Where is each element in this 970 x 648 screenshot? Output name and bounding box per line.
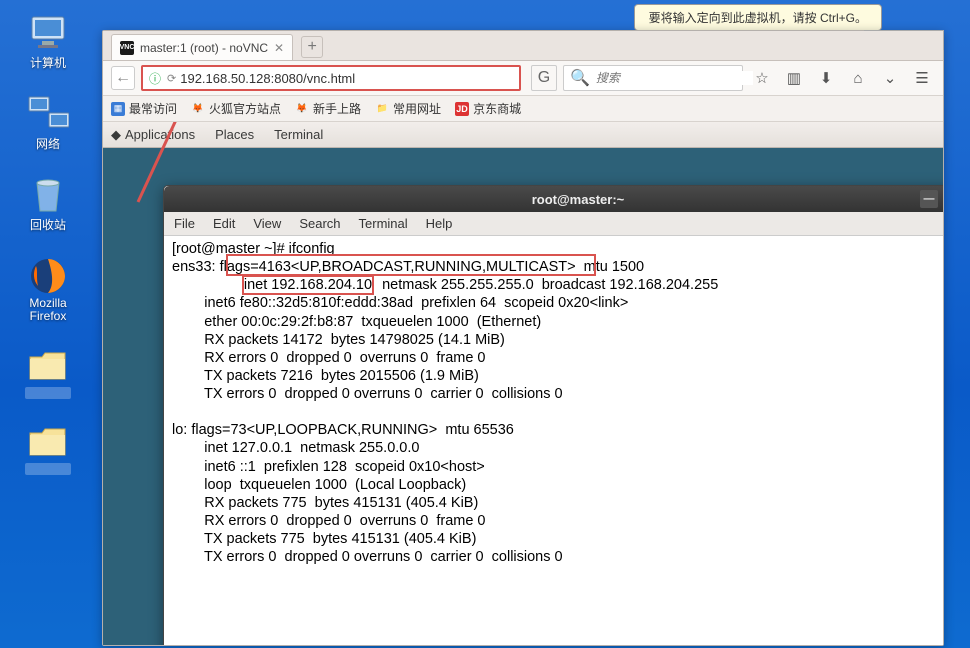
icon-label: 网络 bbox=[36, 135, 60, 152]
tab-title: master:1 (root) - noVNC bbox=[140, 41, 268, 55]
novnc-favicon-icon: VNC bbox=[120, 41, 134, 55]
gnome-logo-icon: ◆ bbox=[111, 127, 121, 143]
terminal-menubar: File Edit View Search Terminal Help bbox=[164, 212, 943, 236]
desktop-icon-network[interactable]: 网络 bbox=[10, 93, 86, 152]
menu-edit[interactable]: Edit bbox=[213, 216, 235, 231]
line: TX errors 0 dropped 0 overruns 0 carrier… bbox=[172, 386, 563, 402]
firefox-icon bbox=[27, 255, 69, 297]
vm-tooltip: 要将输入定向到此虚拟机，请按 Ctrl+G。 bbox=[634, 4, 882, 31]
search-icon: 🔍 bbox=[570, 68, 590, 88]
search-box[interactable]: 🔍 bbox=[563, 65, 743, 91]
icon-label: 回收站 bbox=[30, 216, 66, 233]
menu-search[interactable]: Search bbox=[299, 216, 340, 231]
menu-file[interactable]: File bbox=[174, 216, 195, 231]
bookmark-jd[interactable]: JD 京东商城 bbox=[455, 100, 521, 117]
line: lo: flags=73<UP,LOOPBACK,RUNNING> mtu 65… bbox=[172, 422, 514, 438]
line: RX packets 775 bytes 415131 (405.4 KiB) bbox=[172, 495, 478, 511]
reload-button[interactable]: G bbox=[531, 65, 557, 91]
bookmark-label: 火狐官方站点 bbox=[209, 100, 281, 117]
tab-strip: VNC master:1 (root) - noVNC ✕ + bbox=[103, 31, 943, 61]
bookmark-star-icon[interactable]: ☆ bbox=[749, 65, 775, 91]
desktop-icons: 计算机 网络 回收站 Mozilla Firefox bbox=[10, 12, 86, 475]
menu-icon[interactable]: ☰ bbox=[909, 65, 935, 91]
network-icon bbox=[27, 93, 69, 135]
jd-icon: JD bbox=[455, 102, 469, 116]
icon-label: 计算机 bbox=[30, 54, 66, 71]
terminal-menu[interactable]: Terminal bbox=[274, 127, 323, 142]
folder-icon bbox=[27, 345, 69, 387]
folder-small-icon: 📁 bbox=[375, 102, 389, 116]
sidebar-toggle-icon[interactable]: ▥ bbox=[781, 65, 807, 91]
terminal-window-controls: — □ ✕ bbox=[920, 190, 943, 208]
icon-label bbox=[25, 387, 71, 399]
line: RX packets 14172 bytes 14798025 (14.1 Mi… bbox=[172, 332, 505, 348]
desktop-icon-computer[interactable]: 计算机 bbox=[10, 12, 86, 71]
applications-menu[interactable]: ◆ Applications bbox=[111, 127, 195, 143]
search-input[interactable] bbox=[596, 71, 753, 85]
line: inet 127.0.0.1 netmask 255.0.0.0 bbox=[172, 440, 419, 456]
desktop-icon-folder1[interactable] bbox=[10, 345, 86, 399]
grid-icon: ▦ bbox=[111, 102, 125, 116]
url-input[interactable] bbox=[180, 71, 513, 86]
gnome-top-bar: ◆ Applications Places Terminal bbox=[103, 122, 943, 148]
new-tab-button[interactable]: + bbox=[301, 36, 323, 58]
bookmark-bar: ▦ 最常访问 🦊 火狐官方站点 🦊 新手上路 📁 常用网址 JD 京东商城 bbox=[103, 96, 943, 122]
bookmark-label: 常用网址 bbox=[393, 100, 441, 117]
line: TX packets 7216 bytes 2015506 (1.9 MiB) bbox=[172, 368, 479, 384]
recycle-bin-icon bbox=[27, 174, 69, 216]
firefox-small-icon: 🦊 bbox=[191, 102, 205, 116]
menu-help[interactable]: Help bbox=[426, 216, 453, 231]
terminal-titlebar[interactable]: root@master:~ — □ ✕ bbox=[164, 186, 943, 212]
info-icon[interactable]: ⓘ bbox=[149, 70, 161, 87]
icon-label bbox=[25, 463, 71, 475]
bookmark-getting-started[interactable]: 🦊 新手上路 bbox=[295, 100, 361, 117]
back-button[interactable]: ← bbox=[111, 66, 135, 90]
folder-icon bbox=[27, 421, 69, 463]
terminal-minimize-button[interactable]: — bbox=[920, 190, 938, 208]
url-bar: ← ⓘ ⟳ G 🔍 ☆ ▥ ⬇ ⌂ ⌄ ☰ bbox=[103, 61, 943, 96]
terminal-body[interactable]: [root@master ~]# ifconfig ens33: flags=4… bbox=[164, 236, 943, 645]
bookmark-firefox-official[interactable]: 🦊 火狐官方站点 bbox=[191, 100, 281, 117]
line: ether 00:0c:29:2f:b8:87 txqueuelen 1000 … bbox=[172, 314, 541, 330]
line: loop txqueuelen 1000 (Local Loopback) bbox=[172, 477, 466, 493]
downloads-icon[interactable]: ⬇ bbox=[813, 65, 839, 91]
url-input-highlight: ⓘ ⟳ bbox=[141, 65, 521, 91]
desktop-icon-recycle[interactable]: 回收站 bbox=[10, 174, 86, 233]
places-menu[interactable]: Places bbox=[215, 127, 254, 142]
browser-window: — ▢ ✕ VNC master:1 (root) - noVNC ✕ + ← … bbox=[102, 30, 944, 646]
tab-close-icon[interactable]: ✕ bbox=[274, 41, 284, 55]
bookmark-most-visited[interactable]: ▦ 最常访问 bbox=[111, 100, 177, 117]
switch-icon[interactable]: ⟳ bbox=[167, 72, 176, 85]
menu-view[interactable]: View bbox=[253, 216, 281, 231]
pocket-icon[interactable]: ⌄ bbox=[877, 65, 903, 91]
line: RX errors 0 dropped 0 overruns 0 frame 0 bbox=[172, 513, 486, 529]
desktop-icon-folder2[interactable] bbox=[10, 421, 86, 475]
browser-tab[interactable]: VNC master:1 (root) - noVNC ✕ bbox=[111, 34, 293, 60]
computer-icon bbox=[27, 12, 69, 54]
firefox-small-icon: 🦊 bbox=[295, 102, 309, 116]
terminal-window: root@master:~ — □ ✕ File Edit View Searc… bbox=[163, 185, 943, 645]
bookmark-common-sites[interactable]: 📁 常用网址 bbox=[375, 100, 441, 117]
icon-label: Mozilla Firefox bbox=[10, 297, 86, 323]
home-icon[interactable]: ⌂ bbox=[845, 65, 871, 91]
line: TX packets 775 bytes 415131 (405.4 KiB) bbox=[172, 531, 476, 547]
inet-highlight: inet 192.168.204.10 bbox=[242, 275, 374, 295]
vnc-viewport[interactable]: ◆ Applications Places Terminal root@mast… bbox=[103, 122, 943, 645]
line: :eddd:38ad prefixlen 64 scopeid 0x20<lin… bbox=[341, 295, 629, 311]
bookmark-label: 新手上路 bbox=[313, 100, 361, 117]
line: RX errors 0 dropped 0 overruns 0 frame 0 bbox=[172, 350, 486, 366]
flags-highlight-box bbox=[226, 254, 596, 276]
bookmark-label: 京东商城 bbox=[473, 100, 521, 117]
line: inet6 ::1 prefixlen 128 scopeid 0x10<hos… bbox=[172, 459, 485, 475]
line: inet6 fe80::32d5:810f bbox=[172, 295, 341, 311]
line: netmask 255.255.255.0 broadcast 192.168.… bbox=[374, 277, 718, 293]
bookmark-label: 最常访问 bbox=[129, 100, 177, 117]
desktop-icon-firefox[interactable]: Mozilla Firefox bbox=[10, 255, 86, 323]
terminal-title: root@master:~ bbox=[532, 192, 625, 207]
label: Applications bbox=[125, 127, 195, 142]
line: TX errors 0 dropped 0 overruns 0 carrier… bbox=[172, 549, 563, 565]
menu-terminal[interactable]: Terminal bbox=[359, 216, 408, 231]
